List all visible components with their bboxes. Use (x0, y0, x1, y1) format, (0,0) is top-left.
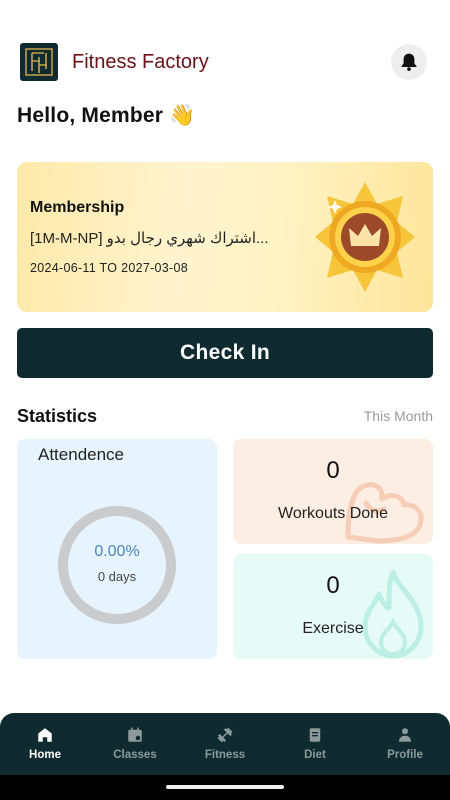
nav-fitness[interactable]: Fitness (180, 713, 270, 775)
statistics-period[interactable]: This Month (364, 408, 433, 424)
statistics-title: Statistics (17, 406, 98, 426)
membership-title: Membership (30, 199, 125, 216)
membership-dates: 2024-06-11 TO 2027-03-08 (30, 261, 189, 275)
nav-home[interactable]: Home (0, 713, 90, 775)
greeting-heading: Hello, Member 👋 (17, 103, 196, 128)
workouts-label: Workouts Done (278, 505, 388, 522)
calendar-icon (125, 725, 145, 745)
attendance-label: Attendence (38, 445, 125, 464)
check-in-button[interactable]: Check In (17, 328, 433, 378)
app-title: Fitness Factory (72, 50, 209, 73)
membership-plan: [1M-M-NP] اشتراك شهري رجال بدو... (30, 230, 269, 247)
exercise-count: 0 (326, 572, 340, 599)
nav-diet[interactable]: Diet (270, 713, 360, 775)
home-indicator[interactable] (166, 785, 284, 789)
workouts-card[interactable]: 0 Workouts Done (233, 439, 433, 544)
greeting-text: Hello, Member (17, 104, 164, 127)
bell-icon (401, 53, 417, 71)
exercise-label: Exercise (302, 620, 364, 637)
dumbbell-icon (215, 725, 235, 745)
exercise-card[interactable]: 0 Exercise (233, 554, 433, 659)
nav-label-home: Home (29, 749, 61, 761)
person-icon (395, 725, 415, 745)
workouts-count: 0 (326, 457, 340, 484)
membership-card[interactable]: Membership [1M-M-NP] اشتراك شهري رجال بد… (17, 162, 433, 312)
nav-label-profile: Profile (387, 749, 423, 761)
notifications-button[interactable] (391, 44, 427, 80)
notepad-icon (305, 725, 325, 745)
nav-label-classes: Classes (113, 749, 157, 761)
attendance-progress-ring (58, 506, 176, 624)
crown-medal-icon (315, 182, 415, 292)
attendance-days: 0 days (97, 569, 137, 584)
nav-classes[interactable]: Classes (90, 713, 180, 775)
wave-emoji: 👋 (169, 103, 196, 127)
nav-label-fitness: Fitness (204, 749, 246, 761)
nav-profile[interactable]: Profile (360, 713, 450, 775)
attendance-percent: 0.00% (94, 543, 140, 560)
nav-label-diet: Diet (304, 749, 326, 761)
app-logo (20, 43, 58, 81)
app-header: Fitness Factory (20, 43, 430, 81)
system-navigation-bar (0, 775, 450, 800)
bottom-navigation: Home Classes Fitness Diet Profile (0, 713, 450, 775)
attendance-card[interactable]: Attendence 0.00% 0 days (17, 439, 217, 659)
home-icon (35, 725, 55, 745)
